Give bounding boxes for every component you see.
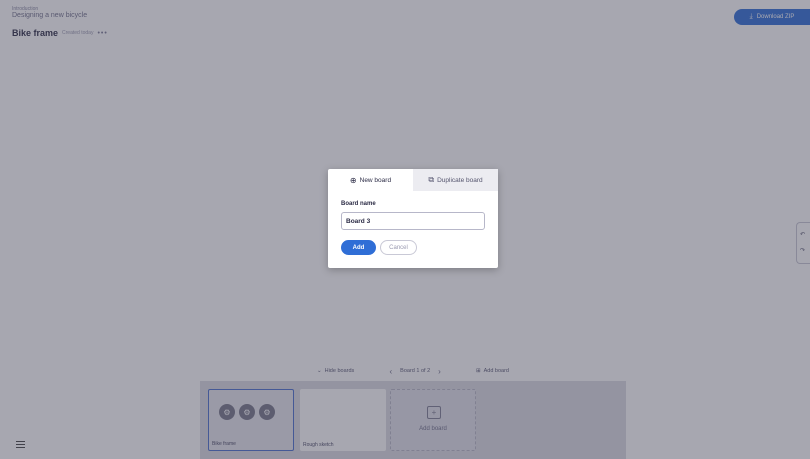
duplicate-icon: ⧉ [428, 175, 435, 184]
dialog-tabs: ⊕ New board ⧉ Duplicate board [328, 169, 498, 191]
tab-duplicate-board[interactable]: ⧉ Duplicate board [413, 169, 498, 191]
plus-circle-icon: ⊕ [349, 175, 357, 185]
board-name-label: Board name [341, 201, 376, 207]
tab-new-board-label: New board [359, 176, 392, 184]
cancel-button[interactable]: Cancel [380, 240, 417, 255]
new-board-dialog: ⊕ New board ⧉ Duplicate board Board name… [328, 169, 498, 268]
add-button[interactable]: Add [341, 240, 376, 255]
board-name-input[interactable] [341, 212, 485, 230]
tab-duplicate-board-label: Duplicate board [437, 176, 483, 184]
tab-new-board[interactable]: ⊕ New board [328, 169, 413, 191]
